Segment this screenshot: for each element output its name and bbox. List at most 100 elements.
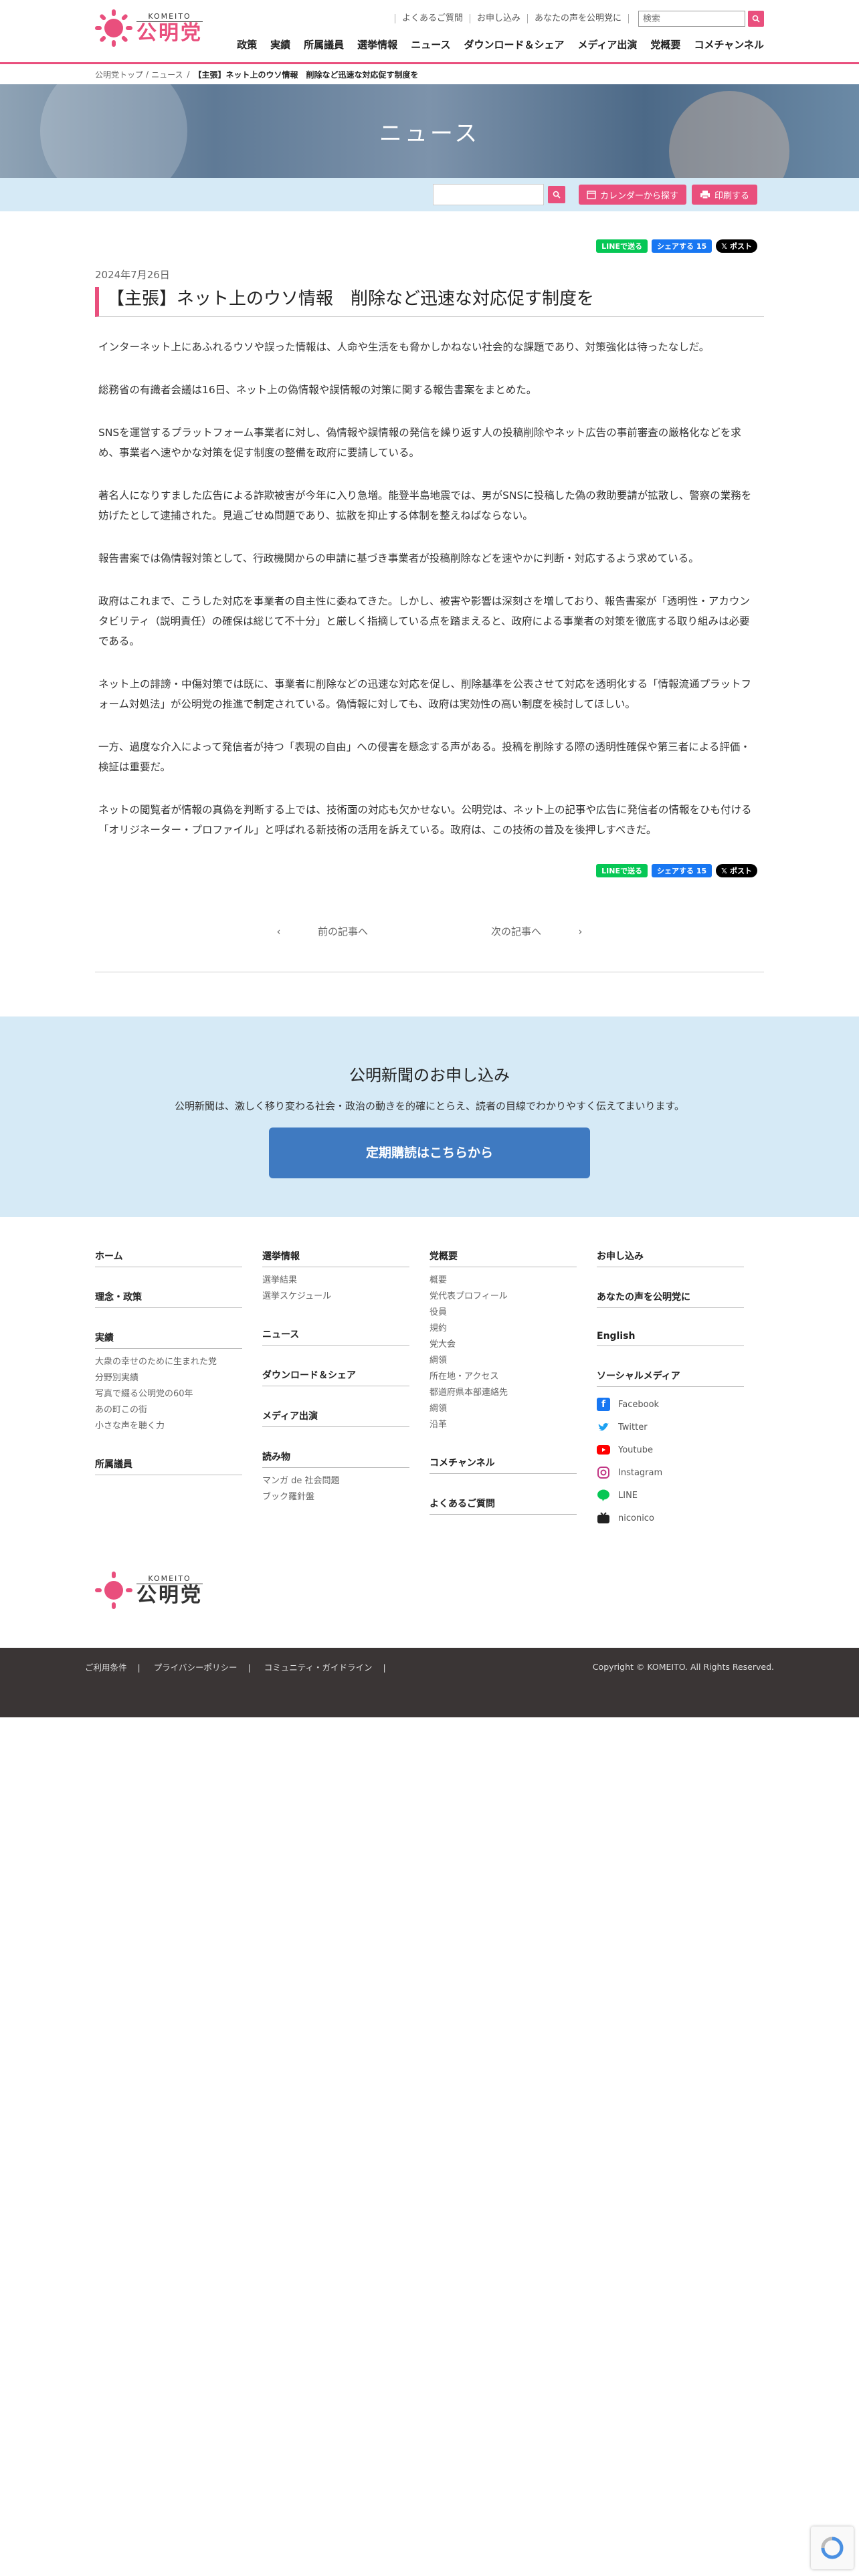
footer-link[interactable]: マンガ de 社会問題 xyxy=(262,1473,409,1489)
search-button[interactable] xyxy=(748,11,764,27)
next-article-link[interactable]: 次の記事へ › xyxy=(460,924,583,938)
print-button[interactable]: 印刷する xyxy=(691,185,757,205)
calendar-button[interactable]: カレンダーから探す xyxy=(578,185,686,205)
instagram-icon xyxy=(597,1466,610,1479)
recaptcha-badge[interactable] xyxy=(811,2527,854,2569)
social-youtube-link[interactable]: Youtube xyxy=(597,1443,744,1457)
subscription-section: 公明新聞のお申し込み 公明新聞は、激しく移り変わる社会・政治の動きを的確にとらえ… xyxy=(0,1016,859,1217)
footer-link[interactable]: 党大会 xyxy=(430,1337,577,1353)
footer-link[interactable]: 役員 xyxy=(430,1305,577,1321)
footer-download-link[interactable]: ダウンロード＆シェア xyxy=(262,1368,409,1386)
footer-link[interactable]: 都道府県本部連絡先 xyxy=(430,1385,577,1401)
subscription-title: 公明新聞のお申し込み xyxy=(349,1066,510,1085)
article-paragraph: 一方、過度な介入によって発信者が持つ「表現の自由」への侵害を懸念する声がある。投… xyxy=(98,741,751,773)
article-paragraph: ネットの閲覧者が情報の真偽を判断する上では、技術面の対応も欠かせない。公明党は、… xyxy=(98,804,752,836)
x-post-button[interactable]: 𝕏 ポスト xyxy=(716,239,757,253)
breadcrumb-sep: / xyxy=(146,70,149,79)
breadcrumb-current: 【主張】ネット上のウソ情報 削除など迅速な対応促す制度を xyxy=(193,70,419,80)
line-share-button[interactable]: LINEで送る xyxy=(596,864,648,877)
footer-link[interactable]: 写真で綴る公明党の60年 xyxy=(95,1386,242,1402)
footer-apply-link[interactable]: お申し込み xyxy=(597,1249,744,1267)
terms-link[interactable]: ご利用条件 xyxy=(85,1662,127,1673)
gnav-media[interactable]: メディア出演 xyxy=(577,37,637,51)
breadcrumb-news[interactable]: ニュース xyxy=(151,69,183,80)
footer-faq-link[interactable]: よくあるご質問 xyxy=(430,1497,577,1515)
social-line-link[interactable]: LINE xyxy=(597,1489,744,1502)
footer-reading-link[interactable]: 読み物 xyxy=(262,1450,409,1468)
logo-main: 公明党 xyxy=(136,1583,203,1607)
footer-link[interactable]: 分野別実績 xyxy=(95,1370,242,1386)
util-faq-link[interactable]: よくあるご質問 xyxy=(394,14,470,23)
social-twitter-link[interactable]: Twitter xyxy=(597,1420,744,1434)
footer-link[interactable]: あの町この街 xyxy=(95,1402,242,1418)
subscribe-button[interactable]: 定期購読はこちらから xyxy=(269,1128,590,1178)
footer-col-3: 党概要 概要 党代表プロフィール 役員 規約 党大会 綱領 所在地・アクセス 都… xyxy=(430,1249,577,1534)
footer-link[interactable]: 大衆の幸せのために生まれた党 xyxy=(95,1354,242,1370)
community-guideline-link[interactable]: コミュニティ・ガイドライン xyxy=(264,1662,373,1673)
util-voice-link[interactable]: あなたの声を公明党に xyxy=(527,14,629,23)
search-icon xyxy=(553,191,561,199)
footer-link[interactable]: 綱領 xyxy=(430,1401,577,1417)
footer-election-link[interactable]: 選挙情報 xyxy=(262,1249,409,1267)
footer-link[interactable]: 党代表プロフィール xyxy=(430,1289,577,1305)
footer-policy-link[interactable]: 理念・政策 xyxy=(95,1290,242,1308)
gnav-news[interactable]: ニュース xyxy=(411,37,450,51)
news-search-input[interactable] xyxy=(432,184,544,205)
footer-link[interactable]: 沿革 xyxy=(430,1417,577,1433)
footer-home-link[interactable]: ホーム xyxy=(95,1249,242,1267)
gnav-election[interactable]: 選挙情報 xyxy=(357,37,397,51)
article-paragraph: 報告書案では偽情報対策として、行政機関からの申請に基づき事業者が投稿削除などを速… xyxy=(98,552,699,564)
footer-link[interactable]: 概要 xyxy=(430,1273,577,1289)
footer-social-heading: ソーシャルメディア xyxy=(597,1369,744,1387)
search-input[interactable] xyxy=(638,11,745,27)
gnav-download[interactable]: ダウンロード＆シェア xyxy=(464,37,564,51)
footer-link[interactable]: 綱領 xyxy=(430,1353,577,1369)
footer-link[interactable]: 所在地・アクセス xyxy=(430,1369,577,1385)
gnav-channel[interactable]: コメチャンネル xyxy=(694,37,764,51)
footer-news-link[interactable]: ニュース xyxy=(262,1327,409,1346)
footer-logo[interactable]: KOMEITO 公明党 xyxy=(95,1534,764,1648)
article-pager: ‹ 前の記事へ 次の記事へ › xyxy=(95,924,764,972)
line-icon xyxy=(597,1489,610,1502)
recaptcha-icon xyxy=(821,2537,844,2559)
privacy-link[interactable]: プライバシーポリシー xyxy=(154,1662,237,1673)
util-apply-link[interactable]: お申し込み xyxy=(469,14,527,23)
news-search-button[interactable] xyxy=(547,186,565,203)
footer-about-link[interactable]: 党概要 xyxy=(430,1249,577,1267)
line-share-button[interactable]: LINEで送る xyxy=(596,239,648,253)
site-logo[interactable]: KOMEITO 公明党 xyxy=(95,9,203,47)
facebook-share-button[interactable]: シェアする 15 xyxy=(651,239,712,253)
subscription-desc: 公明新聞は、激しく移り変わる社会・政治の動きを的確にとらえ、読者の目線でわかりや… xyxy=(174,1100,684,1112)
hero-title: ニュース xyxy=(379,120,480,147)
prev-article-link[interactable]: ‹ 前の記事へ xyxy=(276,924,399,938)
logo-sub: KOMEITO xyxy=(136,1574,203,1584)
article-paragraph: 総務省の有識者会議は16日、ネット上の偽情報や誤情報の対策に関する報告書案をまと… xyxy=(98,384,537,396)
gnav-about[interactable]: 党概要 xyxy=(650,37,680,51)
breadcrumb-home[interactable]: 公明党トップ xyxy=(95,69,143,80)
footer-link[interactable]: 選挙結果 xyxy=(262,1273,409,1289)
footer-members-link[interactable]: 所属議員 xyxy=(95,1457,242,1475)
x-post-button[interactable]: 𝕏 ポスト xyxy=(716,864,757,877)
footer-link[interactable]: ブック羅針盤 xyxy=(262,1489,409,1505)
article: LINEで送る シェアする 15 𝕏 ポスト 2024年7月26日 【主張】ネット… xyxy=(95,211,764,972)
gnav-results[interactable]: 実績 xyxy=(270,37,290,51)
footer-voice-link[interactable]: あなたの声を公明党に xyxy=(597,1290,744,1308)
gnav-policy[interactable]: 政策 xyxy=(237,37,257,51)
footer-link[interactable]: 選挙スケジュール xyxy=(262,1289,409,1305)
calendar-label: カレンダーから探す xyxy=(599,191,678,201)
social-instagram-link[interactable]: Instagram xyxy=(597,1466,744,1479)
social-facebook-link[interactable]: f Facebook xyxy=(597,1398,744,1411)
footer-channel-link[interactable]: コメチャンネル xyxy=(430,1456,577,1474)
footer-media-link[interactable]: メディア出演 xyxy=(262,1409,409,1427)
footer-link[interactable]: 規約 xyxy=(430,1321,577,1337)
footer-results-link[interactable]: 実績 xyxy=(95,1331,242,1349)
sun-logo-icon xyxy=(95,1572,132,1609)
article-toolbar: カレンダーから探す 印刷する xyxy=(0,178,859,211)
social-niconico-link[interactable]: niconico xyxy=(597,1511,744,1525)
gnav-members[interactable]: 所属議員 xyxy=(304,37,344,51)
x-icon: 𝕏 xyxy=(721,866,727,875)
facebook-share-button[interactable]: シェアする 15 xyxy=(651,864,712,877)
footer-english-link[interactable]: English xyxy=(597,1331,744,1346)
logo-sub: KOMEITO xyxy=(136,12,203,22)
footer-link[interactable]: 小さな声を聴く力 xyxy=(95,1418,242,1434)
